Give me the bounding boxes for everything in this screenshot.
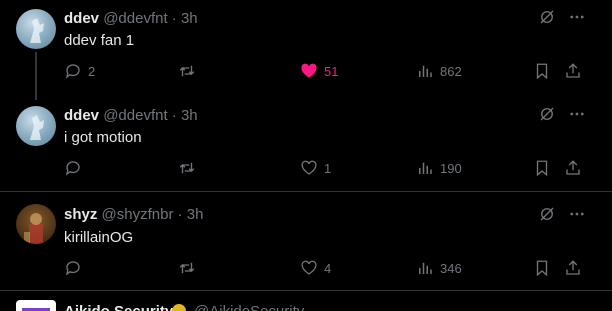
share-button[interactable] <box>564 62 582 80</box>
retweet-icon <box>179 65 195 77</box>
more-options-icon[interactable] <box>568 105 586 123</box>
bookmark-icon <box>536 160 548 177</box>
tweet-text: ddev fan 1 <box>64 32 135 49</box>
tweet[interactable]: ddev @ddevfnt · 3h ddev fan 1 2 51 862 <box>0 0 612 100</box>
avatar[interactable] <box>16 300 56 311</box>
views-button[interactable]: 862 <box>416 62 462 80</box>
more-options-icon[interactable] <box>568 205 586 223</box>
author-handle[interactable]: @ddevfnt <box>103 10 167 27</box>
share-icon <box>566 63 580 78</box>
view-count: 190 <box>440 160 462 176</box>
tweet-separator <box>0 191 612 192</box>
tweet-text: kirillainOG <box>64 229 134 246</box>
tweet-separator <box>0 290 612 291</box>
timestamp[interactable]: · 3h <box>172 10 198 27</box>
author-handle[interactable]: @ddevfnt <box>103 107 167 124</box>
analytics-icon <box>419 262 432 274</box>
author-handle[interactable]: @shyzfnbr <box>102 206 174 223</box>
bookmark-icon <box>536 260 548 277</box>
tweet[interactable]: shyz @shyzfnbr · 3h kirillainOG 4 346 <box>0 196 612 290</box>
timeline: ddev @ddevfnt · 3h ddev fan 1 2 51 862 d… <box>0 0 612 311</box>
heart-icon <box>301 160 317 175</box>
share-icon <box>566 160 580 175</box>
reply-button[interactable] <box>64 159 88 177</box>
bookmark-button[interactable] <box>533 259 551 277</box>
like-button[interactable]: 51 <box>300 62 338 80</box>
retweet-icon <box>179 262 195 274</box>
views-button[interactable]: 346 <box>416 259 462 277</box>
reply-icon <box>65 64 80 79</box>
like-count: 4 <box>324 260 332 276</box>
verified-badge-icon <box>172 304 186 311</box>
avatar[interactable] <box>16 9 56 49</box>
view-count: 862 <box>440 63 462 79</box>
reply-icon <box>65 261 80 276</box>
like-button[interactable]: 4 <box>300 259 331 277</box>
author-name[interactable]: shyz <box>64 206 97 223</box>
bookmark-button[interactable] <box>533 159 551 177</box>
author-name[interactable]: ddev <box>64 10 99 27</box>
reply-button[interactable] <box>64 259 88 277</box>
author-name[interactable]: ddev <box>64 107 99 124</box>
reply-button[interactable]: 2 <box>64 62 95 80</box>
heart-icon <box>301 260 317 275</box>
like-count: 1 <box>324 160 332 176</box>
views-button[interactable]: 190 <box>416 159 462 177</box>
timestamp[interactable]: · 3h <box>172 107 198 124</box>
bookmark-button[interactable] <box>533 62 551 80</box>
analytics-icon <box>419 65 432 77</box>
heart-filled-icon <box>301 63 317 78</box>
thread-connector <box>35 52 37 100</box>
grok-icon[interactable] <box>538 205 556 223</box>
analytics-icon <box>419 162 432 174</box>
avatar[interactable] <box>16 106 56 146</box>
tweet-text: i got motion <box>64 129 142 146</box>
author-handle[interactable]: @AikidoSecurity <box>194 303 304 311</box>
retweet-button[interactable] <box>178 159 202 177</box>
reply-count: 2 <box>88 63 96 79</box>
more-options-icon[interactable] <box>568 8 586 26</box>
share-button[interactable] <box>564 159 582 177</box>
action-bar: 2 51 862 <box>64 62 586 82</box>
reply-icon <box>65 161 80 176</box>
bookmark-icon <box>536 63 548 80</box>
grok-icon[interactable] <box>538 8 556 26</box>
share-button[interactable] <box>564 259 582 277</box>
action-bar: 1 190 <box>64 159 586 179</box>
avatar[interactable] <box>16 204 56 244</box>
timestamp[interactable]: · 3h <box>178 206 204 223</box>
retweet-button[interactable] <box>178 62 202 80</box>
retweet-icon <box>179 162 195 174</box>
author-name[interactable]: Aikido Security <box>64 303 173 311</box>
tweet[interactable]: ddev @ddevfnt · 3h i got motion 1 190 <box>0 97 612 191</box>
share-icon <box>566 260 580 275</box>
action-bar: 4 346 <box>64 259 586 279</box>
like-count: 51 <box>324 63 339 79</box>
like-button[interactable]: 1 <box>300 159 331 177</box>
grok-icon[interactable] <box>538 105 556 123</box>
view-count: 346 <box>440 260 462 276</box>
retweet-button[interactable] <box>178 259 202 277</box>
